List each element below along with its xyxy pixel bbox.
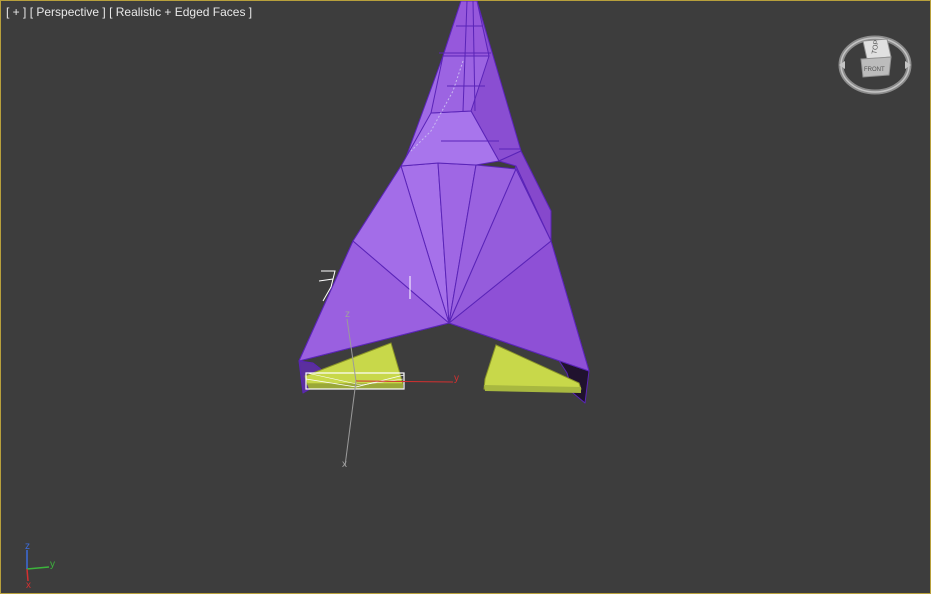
- tripod-x-label: x: [26, 580, 31, 591]
- tripod-y-label: y: [50, 559, 55, 570]
- gizmo-y-label: y: [454, 373, 459, 384]
- gizmo-x-axis[interactable]: [344, 380, 357, 467]
- perspective-viewport[interactable]: [ + ] [ Perspective ] [ Realistic + Edge…: [0, 0, 931, 594]
- tripod-z-label: z: [25, 541, 30, 552]
- purple-mesh[interactable]: [298, 1, 590, 404]
- gizmo-x-label: x: [342, 459, 347, 470]
- axis-tripod: z y x: [25, 541, 55, 591]
- view-cube-front-label: FRONT: [864, 67, 885, 73]
- view-cube[interactable]: TOP FRONT: [838, 35, 912, 95]
- scene-canvas[interactable]: z y x TOP FRONT z y x: [1, 1, 930, 593]
- gizmo-z-label: z: [345, 309, 350, 320]
